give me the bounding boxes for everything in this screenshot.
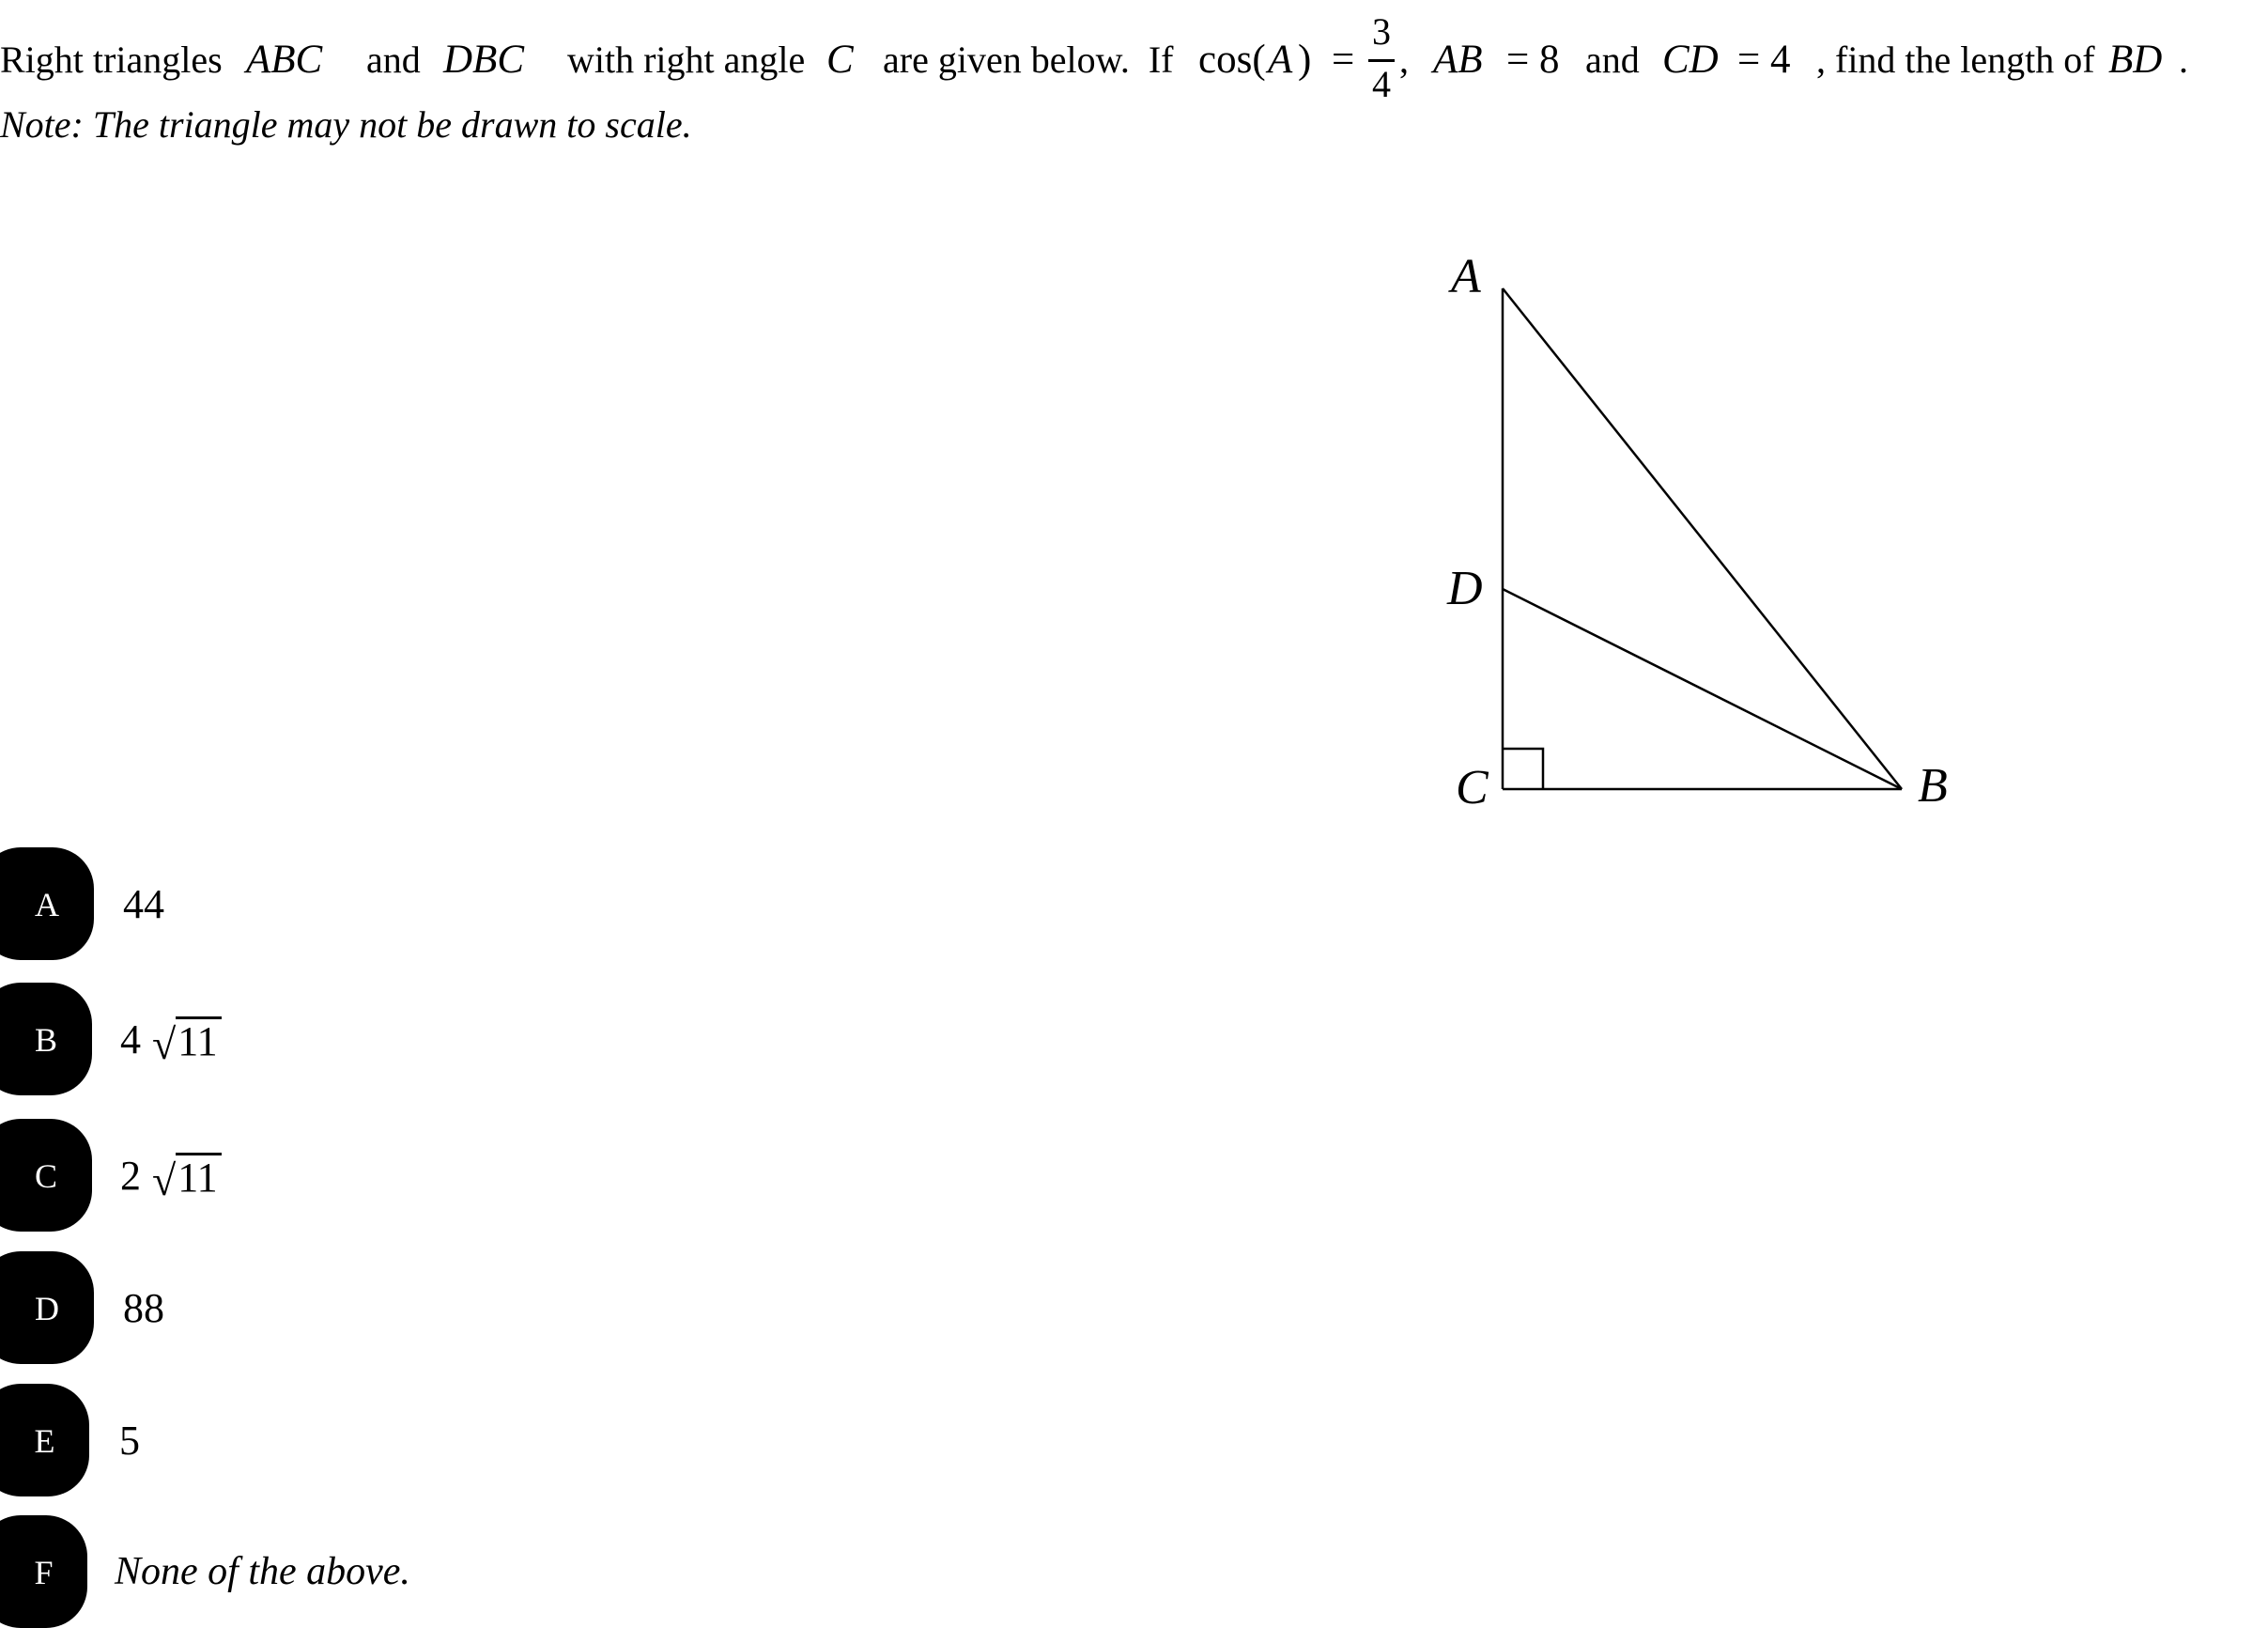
option-badge-e[interactable]: E (0, 1384, 89, 1496)
triangle-figure: A D C B (1446, 250, 1948, 814)
option-badge-a[interactable]: A (0, 847, 94, 960)
option-value-d: 88 (123, 1284, 164, 1331)
sqrt-icon: √ 11 (152, 1152, 222, 1202)
option-value-e: 5 (119, 1417, 140, 1464)
option-value-f: None of the above. (115, 1550, 410, 1593)
coefficient: 2 (120, 1152, 141, 1199)
vertex-label-a: A (1448, 250, 1481, 303)
radicand: 11 (176, 1016, 222, 1062)
vertex-label-d: D (1446, 562, 1483, 615)
vertex-label-b: B (1918, 759, 1948, 813)
option-badge-f[interactable]: F (0, 1515, 87, 1628)
option-badge-d[interactable]: D (0, 1251, 94, 1364)
option-value-b: 4 √ 11 (120, 983, 222, 1095)
segment-db (1502, 587, 1903, 791)
option-badge-c[interactable]: C (0, 1119, 92, 1232)
vertex-label-c: C (1456, 761, 1489, 814)
coefficient: 4 (120, 1016, 141, 1062)
option-badge-b[interactable]: B (0, 983, 92, 1095)
radicand: 11 (176, 1152, 222, 1199)
right-angle-marker-icon (1503, 747, 1545, 789)
option-value-a: 44 (123, 880, 164, 927)
option-value-c: 2 √ 11 (120, 1119, 222, 1232)
segment-ab (1502, 287, 1903, 790)
sqrt-icon: √ 11 (152, 1016, 222, 1065)
